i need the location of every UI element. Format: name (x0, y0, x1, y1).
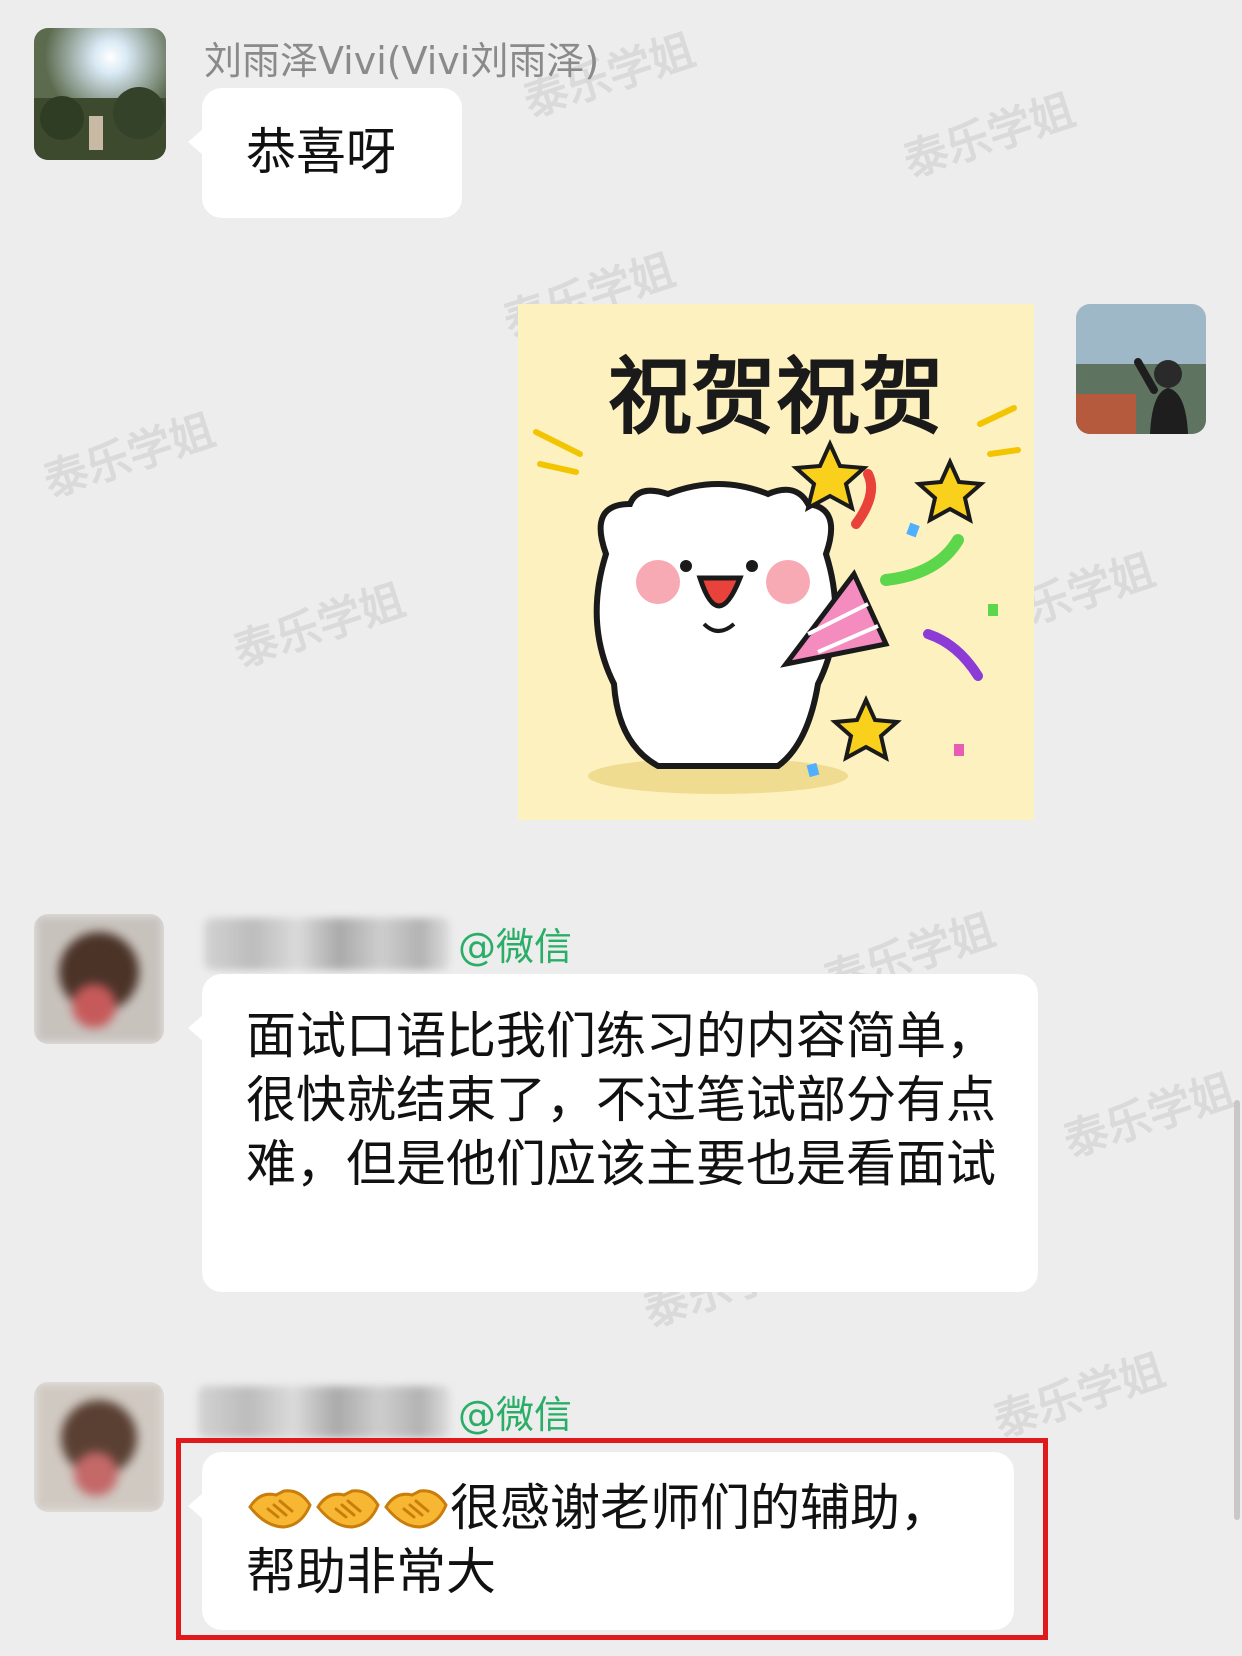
celebrating-bear-sticker: 祝贺祝贺 (518, 304, 1034, 820)
handshake-icon (382, 1481, 450, 1533)
wechat-tag: @微信 (458, 1393, 573, 1437)
watermark: 泰乐学姐 (987, 1344, 1171, 1448)
sticker-image[interactable]: 祝贺祝贺 (518, 304, 1034, 820)
message-text: 恭喜呀 (246, 123, 396, 181)
sender-name: 刘雨泽Vivi(Vivi刘雨泽) (204, 39, 600, 83)
sticker-text: 祝贺祝贺 (608, 348, 944, 446)
message-bubble[interactable]: 面试口语比我们练习的内容简单，很快就结束了，不过笔试部分有点难，但是他们应该主要… (188, 974, 1038, 1292)
handshake-icon (246, 1481, 314, 1533)
sender-name-blurred (198, 1386, 450, 1438)
avatar[interactable] (34, 914, 164, 1044)
avatar[interactable] (34, 1382, 164, 1512)
watermark: 泰乐学姐 (1057, 1064, 1241, 1168)
scrollbar[interactable] (1234, 1100, 1240, 1520)
message-bubble[interactable]: 恭喜呀 (188, 88, 462, 218)
avatar[interactable] (34, 28, 166, 160)
watermark: 泰乐学姐 (37, 404, 221, 508)
wechat-tag: @微信 (458, 925, 573, 969)
handshake-icon (314, 1481, 382, 1533)
my-avatar[interactable] (1076, 304, 1206, 434)
watermark: 泰乐学姐 (227, 574, 411, 678)
sender-name-blurred (204, 918, 450, 970)
watermark: 泰乐学姐 (897, 84, 1081, 188)
message-text: 面试口语比我们练习的内容简单，很快就结束了，不过笔试部分有点难，但是他们应该主要… (246, 1007, 996, 1193)
message-bubble[interactable]: 很感谢老师们的辅助，帮助非常大 (188, 1452, 1014, 1630)
